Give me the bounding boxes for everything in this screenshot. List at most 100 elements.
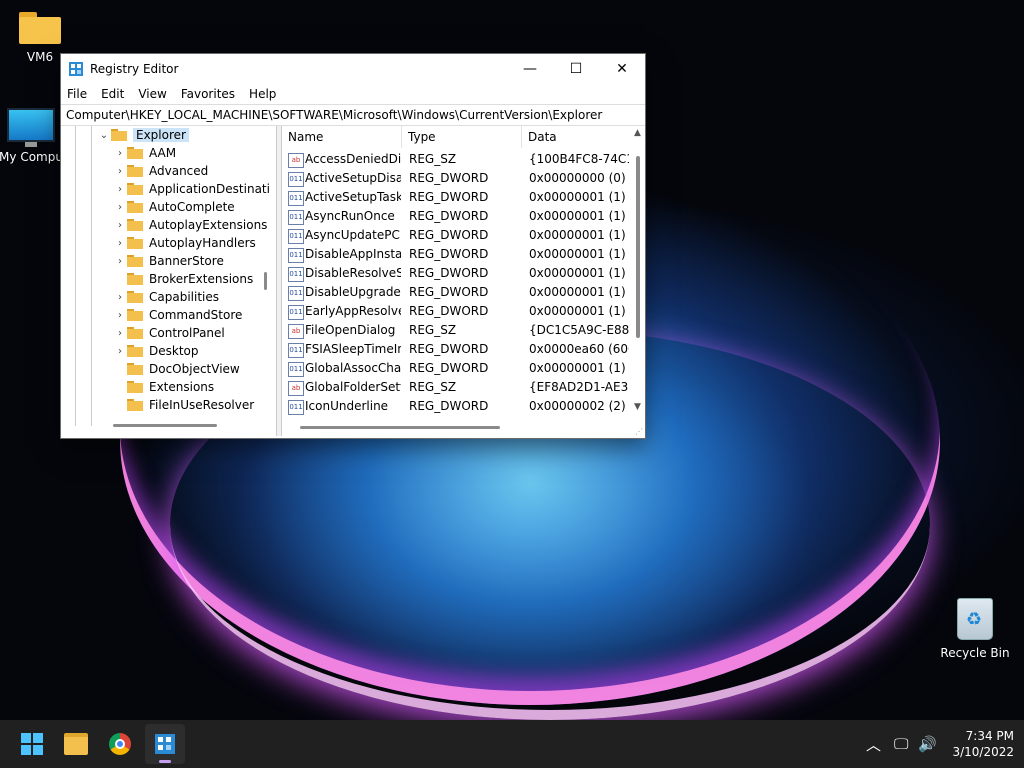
tray-volume[interactable]: 🔊 — [918, 720, 937, 768]
address-bar[interactable]: Computer\HKEY_LOCAL_MACHINE\SOFTWARE\Mic… — [61, 104, 645, 126]
tree-item[interactable]: › Desktop — [113, 342, 199, 360]
menu-edit[interactable]: Edit — [101, 87, 124, 101]
taskbar-file-explorer[interactable] — [56, 724, 96, 764]
value-row[interactable]: 011ActiveSetupDisa... REG_DWORD 0x00000000… — [282, 169, 632, 188]
tree-item[interactable]: › ApplicationDestinati — [113, 180, 270, 198]
desktop-icon-my-computer[interactable]: My Compu — [0, 108, 64, 164]
tree-horizontal-scrollbar[interactable] — [113, 424, 217, 427]
value-type: REG_DWORD — [409, 361, 489, 375]
start-button[interactable] — [12, 724, 52, 764]
value-row[interactable]: 011 AsyncRunOnce REG_DWORD 0x00000001 (1) — [282, 207, 632, 226]
editor-panes: ⌄ Explorer › AAM › Advanced › ApplicationDest… — [61, 126, 645, 438]
value-row[interactable]: 011 IconUnderline REG_DWORD 0x00000002 (2) — [282, 397, 632, 416]
value-name: AsyncUpdatePC... — [305, 228, 401, 242]
resize-grip-icon[interactable]: ⋰ — [635, 427, 643, 436]
value-type: REG_SZ — [409, 152, 457, 166]
tree-item-label: Desktop — [149, 344, 199, 358]
maximize-button[interactable]: ☐ — [553, 54, 599, 84]
menu-view[interactable]: View — [138, 87, 166, 101]
registry-editor-icon — [69, 62, 83, 76]
tree-item[interactable]: › CommandStore — [113, 306, 242, 324]
chevron-up-icon[interactable]: ︿ — [866, 734, 881, 755]
folder-icon — [127, 291, 143, 303]
folder-icon — [127, 345, 143, 357]
column-header-name[interactable]: Name — [282, 126, 402, 148]
tree-item[interactable]: › AAM — [113, 144, 176, 162]
chevron-right-icon[interactable]: › — [113, 256, 127, 267]
chevron-right-icon[interactable]: › — [113, 346, 127, 357]
scroll-up-arrow-icon[interactable]: ▲ — [634, 128, 641, 138]
desktop-icon-label: My Compu — [0, 150, 63, 164]
chevron-right-icon[interactable]: › — [113, 220, 127, 231]
value-row[interactable]: abFileOpenDialog REG_SZ {DC1C5A9C-E88A- — [282, 321, 632, 340]
list-vertical-scrollbar[interactable]: ▲ ▼ — [632, 126, 645, 422]
tree-item[interactable]: FileInUseResolver — [113, 396, 254, 414]
value-name: IconUnderline — [305, 399, 389, 413]
tree-item[interactable]: › ControlPanel — [113, 324, 225, 342]
clock-time: 7:34 PM — [965, 729, 1014, 743]
chevron-right-icon[interactable]: › — [113, 238, 127, 249]
value-row[interactable]: 011ActiveSetupTask... REG_DWORD 0x00000001… — [282, 188, 632, 207]
menu-help[interactable]: Help — [249, 87, 276, 101]
title-bar[interactable]: Registry Editor — ☐ ✕ — [61, 54, 645, 84]
chevron-right-icon[interactable]: › — [113, 310, 127, 321]
volume-icon[interactable]: 🔊 — [918, 735, 937, 753]
tree-item[interactable]: › BannerStore — [113, 252, 224, 270]
value-row[interactable]: 011DisableAppInsta... REG_DWORD 0x00000001… — [282, 245, 632, 264]
folder-icon — [111, 129, 127, 141]
tree-guide-line — [75, 126, 76, 426]
tree-item-explorer[interactable]: ⌄ Explorer — [97, 126, 189, 144]
value-row[interactable]: abGlobalFolderSett... REG_SZ {EF8AD2D1-AE3… — [282, 378, 632, 397]
tree-item[interactable]: › Capabilities — [113, 288, 219, 306]
folder-icon — [19, 12, 61, 44]
chevron-right-icon[interactable]: › — [113, 292, 127, 303]
minimize-button[interactable]: — — [507, 54, 553, 84]
list-horizontal-scrollbar[interactable] — [300, 426, 500, 429]
tree-item[interactable]: › AutoplayHandlers — [113, 234, 256, 252]
tree-item[interactable]: › AutoplayExtensions — [113, 216, 267, 234]
string-value-icon: ab — [288, 153, 304, 168]
value-row[interactable]: 011GlobalAssocCha... REG_DWORD 0x00000001 … — [282, 359, 632, 378]
network-icon[interactable]: 🖵 — [894, 735, 908, 753]
value-row[interactable]: 011DisableUpgrade... REG_DWORD 0x00000001 … — [282, 283, 632, 302]
tree-item[interactable]: BrokerExtensions — [113, 270, 253, 288]
value-row[interactable]: 011EarlyAppResolve... REG_DWORD 0x00000001… — [282, 302, 632, 321]
desktop-icon-label: Recycle Bin — [940, 646, 1010, 660]
tree-item[interactable]: DocObjectView — [113, 360, 240, 378]
taskbar-chrome[interactable] — [100, 724, 140, 764]
tree-item[interactable]: › AutoComplete — [113, 198, 235, 216]
chevron-right-icon[interactable]: › — [113, 184, 127, 195]
menu-file[interactable]: File — [67, 87, 87, 101]
tree-item[interactable]: Extensions — [113, 378, 214, 396]
tree-item-label: AutoplayHandlers — [149, 236, 256, 250]
key-tree: ⌄ Explorer › AAM › Advanced › ApplicationDest… — [61, 126, 277, 434]
taskbar-registry-editor[interactable] — [145, 724, 185, 764]
desktop-icon-recycle-bin[interactable]: ♻ Recycle Bin — [935, 598, 1015, 660]
value-data: 0x00000001 (1) — [529, 209, 626, 223]
tree-item[interactable]: › Advanced — [113, 162, 208, 180]
system-clock[interactable]: 7:34 PM 3/10/2022 — [944, 728, 1014, 760]
close-button[interactable]: ✕ — [599, 54, 645, 84]
chevron-right-icon[interactable]: › — [113, 166, 127, 177]
column-header-type[interactable]: Type — [402, 126, 522, 148]
column-header-data[interactable]: Data — [522, 126, 632, 148]
value-row[interactable]: abAccessDeniedDi... REG_SZ {100B4FC8-74C1-… — [282, 150, 632, 169]
chevron-right-icon[interactable]: › — [113, 148, 127, 159]
value-row[interactable]: 011FSIASleepTimeIn... REG_DWORD 0x0000ea60… — [282, 340, 632, 359]
tray-network[interactable]: 🖵 — [894, 720, 908, 768]
tree-vertical-scrollbar[interactable] — [264, 272, 267, 290]
value-row[interactable]: 011DisableResolveS... REG_DWORD 0x00000001… — [282, 264, 632, 283]
scroll-thumb[interactable] — [636, 156, 640, 338]
folder-icon — [127, 183, 143, 195]
scroll-down-arrow-icon[interactable]: ▼ — [634, 402, 641, 412]
binary-value-icon: 011 — [288, 362, 304, 377]
value-row[interactable]: 011 AsyncUpdatePC... REG_DWORD 0x00000001 (… — [282, 226, 632, 245]
binary-value-icon: 011 — [288, 210, 304, 225]
chevron-down-icon[interactable]: ⌄ — [97, 130, 111, 141]
tray-overflow[interactable]: ︿ — [866, 720, 881, 768]
chevron-right-icon[interactable]: › — [113, 328, 127, 339]
chevron-right-icon[interactable]: › — [113, 202, 127, 213]
value-type: REG_SZ — [409, 323, 457, 337]
menu-favorites[interactable]: Favorites — [181, 87, 235, 101]
registry-editor-window: Registry Editor — ☐ ✕ File Edit View Fav… — [60, 53, 646, 439]
